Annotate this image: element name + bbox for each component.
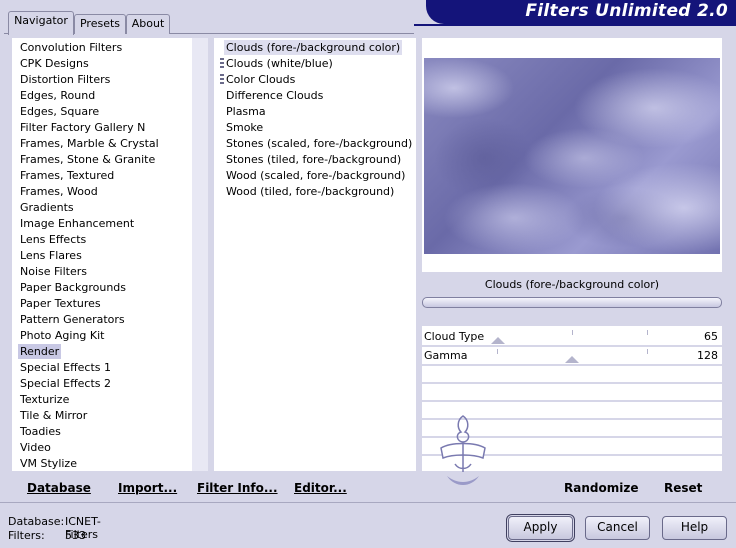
- category-item[interactable]: Photo Aging Kit: [18, 328, 106, 343]
- favorite-marker-icon: [220, 74, 224, 85]
- filter-item[interactable]: Clouds (white/blue): [224, 56, 335, 71]
- category-item[interactable]: Convolution Filters: [18, 40, 124, 55]
- slider-tick: [647, 349, 648, 354]
- slider-tick: [497, 349, 498, 354]
- editor-button[interactable]: Editor...: [294, 481, 347, 495]
- category-item[interactable]: Frames, Textured: [18, 168, 116, 183]
- category-item[interactable]: Noise Filters: [18, 264, 89, 279]
- slider-divider: [422, 400, 722, 402]
- slider-label: Cloud Type: [424, 330, 485, 343]
- filter-item[interactable]: Stones (scaled, fore-/background): [224, 136, 414, 151]
- category-item[interactable]: Texturize: [18, 392, 71, 407]
- filter-item[interactable]: Clouds (fore-/background color): [224, 40, 403, 55]
- database-button[interactable]: Database: [27, 481, 91, 495]
- filter-info-button[interactable]: Filter Info...: [197, 481, 278, 495]
- filter-item[interactable]: Smoke: [224, 120, 265, 135]
- watermark-logo: [440, 415, 486, 485]
- category-item[interactable]: Distortion Filters: [18, 72, 112, 87]
- database-info: Database: ICNET-Filters: [8, 515, 101, 541]
- filter-item[interactable]: Color Clouds: [224, 72, 297, 87]
- slider-thumb[interactable]: [565, 356, 579, 363]
- divider: [0, 502, 736, 503]
- category-item[interactable]: Toadies: [18, 424, 63, 439]
- category-list[interactable]: Convolution Filters CPK Designs Distortion…: [12, 38, 192, 471]
- category-item[interactable]: Edges, Round: [18, 88, 97, 103]
- category-item[interactable]: Frames, Marble & Crystal: [18, 136, 161, 151]
- filter-item[interactable]: Stones (tiled, fore-/background): [224, 152, 403, 167]
- filter-item[interactable]: Wood (tiled, fore-/background): [224, 184, 396, 199]
- filter-list[interactable]: Clouds (fore-/background color) Clouds (w…: [214, 38, 416, 471]
- slider-gamma[interactable]: Gamma 128: [422, 347, 722, 366]
- filters-count: 533: [65, 529, 86, 542]
- category-item[interactable]: Gradients: [18, 200, 76, 215]
- filter-item[interactable]: Plasma: [224, 104, 268, 119]
- title-underline: [414, 24, 736, 26]
- filter-item[interactable]: Difference Clouds: [224, 88, 325, 103]
- slider-value: 128: [697, 349, 718, 362]
- slider-tick: [647, 330, 648, 335]
- category-item[interactable]: Special Effects 1: [18, 360, 113, 375]
- category-scrollbar[interactable]: [192, 38, 208, 471]
- slider-value: 65: [704, 330, 718, 343]
- category-item[interactable]: Pattern Generators: [18, 312, 127, 327]
- cancel-button[interactable]: Cancel: [585, 516, 650, 540]
- database-label: Database:: [8, 515, 65, 528]
- randomize-button[interactable]: Randomize: [564, 481, 638, 495]
- category-item[interactable]: Frames, Stone & Granite: [18, 152, 157, 167]
- filter-item[interactable]: Wood (scaled, fore-/background): [224, 168, 407, 183]
- category-item[interactable]: Video: [18, 440, 53, 455]
- category-item[interactable]: Edges, Square: [18, 104, 101, 119]
- category-item[interactable]: Paper Backgrounds: [18, 280, 128, 295]
- preview-image: [424, 58, 720, 254]
- tab-presets[interactable]: Presets: [74, 14, 126, 34]
- app-title: Filters Unlimited 2.0: [525, 1, 728, 21]
- category-item[interactable]: CPK Designs: [18, 56, 91, 71]
- category-item[interactable]: VM Stylize: [18, 456, 79, 471]
- category-item[interactable]: Render: [18, 344, 62, 359]
- tab-navigator[interactable]: Navigator: [8, 11, 74, 35]
- help-button[interactable]: Help: [662, 516, 727, 540]
- progress-bar: [422, 297, 722, 308]
- tab-about[interactable]: About: [126, 14, 170, 34]
- slider-cloud-type[interactable]: Cloud Type 65: [422, 328, 722, 347]
- slider-thumb[interactable]: [491, 337, 505, 344]
- filters-count-info: Filters: 533: [8, 529, 86, 542]
- preview-label: Clouds (fore-/background color): [484, 278, 660, 291]
- category-item[interactable]: Frames, Wood: [18, 184, 100, 199]
- category-item[interactable]: Tile & Mirror: [18, 408, 89, 423]
- favorite-marker-icon: [220, 58, 224, 69]
- category-item[interactable]: Image Enhancement: [18, 216, 136, 231]
- category-item[interactable]: Lens Flares: [18, 248, 84, 263]
- slider-divider: [422, 382, 722, 384]
- category-item[interactable]: Filter Factory Gallery N: [18, 120, 147, 135]
- reset-button[interactable]: Reset: [664, 481, 702, 495]
- slider-tick: [572, 330, 573, 335]
- apply-button[interactable]: Apply: [506, 514, 575, 542]
- category-item[interactable]: Paper Textures: [18, 296, 103, 311]
- title-banner: Filters Unlimited 2.0: [426, 0, 736, 24]
- slider-label: Gamma: [424, 349, 468, 362]
- category-item[interactable]: Special Effects 2: [18, 376, 113, 391]
- preview-panel: [422, 38, 722, 272]
- filters-label: Filters:: [8, 529, 45, 542]
- category-item[interactable]: Lens Effects: [18, 232, 88, 247]
- import-button[interactable]: Import...: [118, 481, 177, 495]
